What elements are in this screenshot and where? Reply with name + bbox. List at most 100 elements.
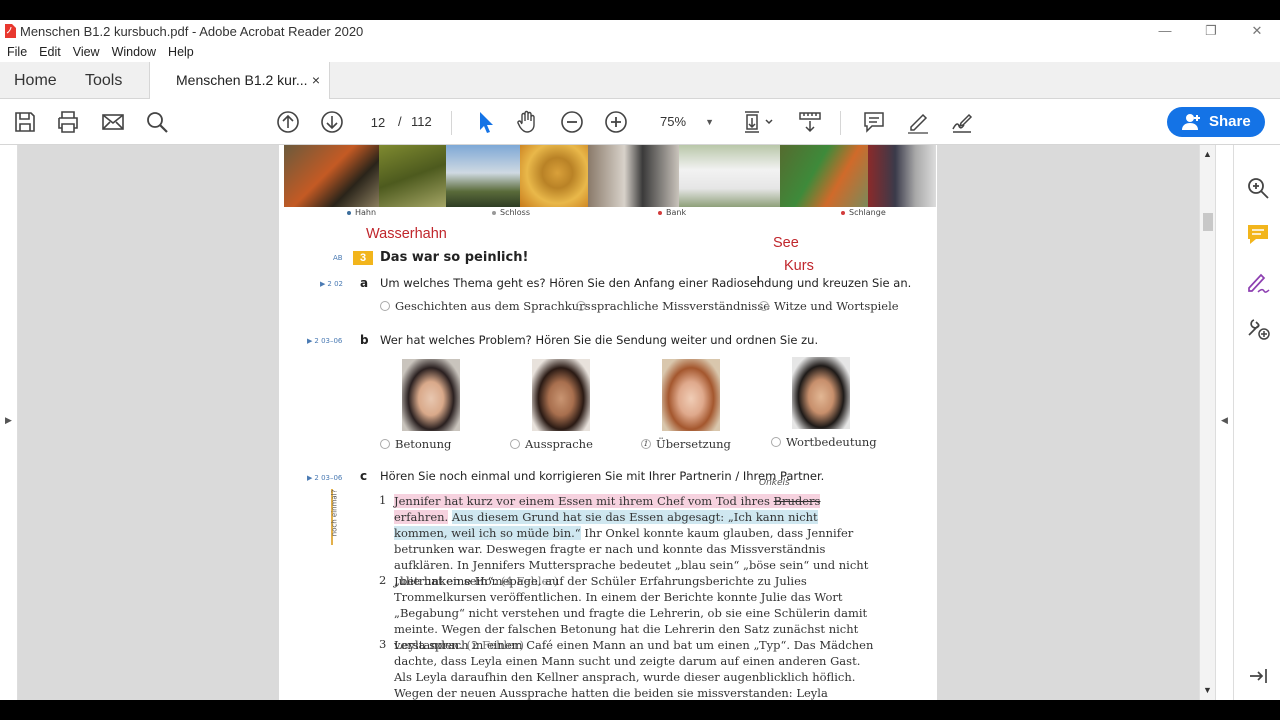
radio-icon[interactable]: 1 bbox=[641, 439, 651, 449]
radio-icon[interactable] bbox=[380, 439, 390, 449]
tools-icon[interactable] bbox=[1245, 315, 1271, 341]
portrait-man bbox=[792, 357, 850, 429]
annotation-kurs[interactable]: Kurs bbox=[784, 258, 814, 274]
close-window-button[interactable]: ✕ bbox=[1234, 20, 1280, 42]
part-c-instruction: Hören Sie noch einmal und korrigieren Si… bbox=[380, 469, 825, 483]
annotation-see[interactable]: See bbox=[773, 235, 799, 251]
radio-icon[interactable] bbox=[576, 301, 586, 311]
fill-sign-icon[interactable] bbox=[1245, 269, 1271, 295]
page-number-input[interactable]: 12 bbox=[362, 109, 394, 135]
menu-help[interactable]: Help bbox=[168, 45, 194, 59]
tab-bar: Home Tools Menschen B1.2 kur... × bbox=[0, 62, 1280, 100]
radio-icon[interactable] bbox=[510, 439, 520, 449]
select-cursor-icon[interactable] bbox=[472, 109, 498, 135]
paragraph-1-number: 1 bbox=[379, 493, 387, 507]
save-icon[interactable] bbox=[12, 109, 38, 135]
scroll-up-icon[interactable]: ▲ bbox=[1203, 149, 1212, 159]
menu-view[interactable]: View bbox=[73, 45, 100, 59]
comment-panel-icon[interactable] bbox=[1245, 222, 1271, 248]
menu-window[interactable]: Window bbox=[112, 45, 156, 59]
option-aussprache[interactable]: Aussprache bbox=[510, 437, 593, 451]
audio-track-c: 2 03–06 bbox=[307, 474, 342, 482]
fit-page-icon[interactable] bbox=[741, 109, 775, 135]
option-wortbedeutung[interactable]: Wortbedeutung bbox=[771, 435, 877, 449]
caption-schlange: Schlange bbox=[841, 208, 886, 217]
tab-tools[interactable]: Tools bbox=[85, 62, 122, 99]
part-a-instruction: Um welches Thema geht es? Hören Sie den … bbox=[380, 276, 912, 290]
audio-track-a: 2 02 bbox=[320, 280, 343, 288]
photo-castle bbox=[446, 145, 520, 207]
menu-bar: File Edit View Window Help bbox=[0, 42, 1280, 62]
close-tab-icon[interactable]: × bbox=[312, 62, 320, 99]
menu-edit[interactable]: Edit bbox=[39, 45, 61, 59]
pdf-page[interactable]: Hahn Schloss Bank Schlange Wasserhahn Se… bbox=[279, 145, 937, 700]
chevron-down-icon: ▼ bbox=[705, 117, 714, 127]
sign-icon[interactable] bbox=[949, 109, 975, 135]
highlight-pen-icon[interactable] bbox=[905, 109, 931, 135]
vertical-scrollbar[interactable]: ▲ ▼ bbox=[1199, 145, 1215, 700]
zoom-out-icon[interactable] bbox=[559, 109, 585, 135]
tab-home[interactable]: Home bbox=[14, 62, 57, 99]
email-icon[interactable] bbox=[100, 109, 126, 135]
option-uebersetzung[interactable]: 1 Übersetzung bbox=[641, 437, 731, 451]
portrait-woman-3 bbox=[662, 359, 720, 431]
side-note-label: noch einmal? bbox=[330, 489, 339, 537]
option-missverstaendnisse[interactable]: sprachliche Missverständnisse bbox=[576, 299, 770, 313]
tab-document[interactable]: Menschen B1.2 kur... × bbox=[149, 62, 330, 100]
title-bar: Menschen B1.2 kursbuch.pdf - Adobe Acrob… bbox=[0, 20, 1280, 42]
caption-schloss: Schloss bbox=[492, 208, 530, 217]
exercise-title: Das war so peinlich! bbox=[380, 250, 529, 265]
share-button[interactable]: Share bbox=[1167, 107, 1265, 137]
zoom-select[interactable]: 75% ▼ bbox=[648, 109, 720, 135]
highlight-pink-end[interactable]: erfahren. bbox=[394, 510, 449, 524]
collapse-panel-icon[interactable] bbox=[1245, 663, 1271, 689]
caption-hahn: Hahn bbox=[347, 208, 376, 217]
right-tools-pane bbox=[1233, 145, 1280, 700]
page-up-icon[interactable] bbox=[275, 109, 301, 135]
restore-button[interactable]: ❐ bbox=[1188, 20, 1234, 42]
page-down-icon[interactable] bbox=[319, 109, 345, 135]
radio-icon[interactable] bbox=[771, 437, 781, 447]
photo-tap bbox=[379, 145, 446, 207]
zoom-icon[interactable] bbox=[1245, 175, 1271, 201]
option-betonung[interactable]: Betonung bbox=[380, 437, 451, 451]
part-b-letter: b bbox=[360, 333, 369, 347]
option-geschichten[interactable]: Geschichten aus dem Sprachkurs bbox=[380, 299, 591, 313]
toolbar: 12 / 112 75% ▼ Share bbox=[0, 99, 1280, 145]
strikethrough-text[interactable]: Bruders bbox=[773, 494, 821, 508]
scroll-down-icon[interactable]: ▼ bbox=[1203, 685, 1212, 695]
scrollbar-thumb[interactable] bbox=[1203, 213, 1213, 231]
acrobat-window: Menschen B1.2 kursbuch.pdf - Adobe Acrob… bbox=[0, 20, 1280, 700]
toolbar-divider bbox=[451, 111, 452, 135]
right-panel-toggle[interactable]: ◀ bbox=[1215, 145, 1233, 700]
zoom-in-icon[interactable] bbox=[603, 109, 629, 135]
annotation-wasserhahn[interactable]: Wasserhahn bbox=[366, 226, 447, 242]
paragraph-3: Leyla sprach in einem Café einen Mann an… bbox=[394, 637, 874, 700]
photo-bank-office bbox=[588, 145, 679, 207]
zoom-value: 75% bbox=[660, 114, 687, 129]
collapse-right-panel-icon[interactable]: ◀ bbox=[1221, 415, 1228, 426]
option-witze[interactable]: Witze und Wortspiele bbox=[759, 299, 899, 313]
handwritten-correction: Onkels bbox=[759, 478, 790, 488]
workbook-reference: AB bbox=[333, 254, 343, 262]
audio-track-b: 2 03–06 bbox=[307, 337, 342, 345]
left-panel-collapsed[interactable]: ▶ bbox=[0, 145, 18, 700]
expand-left-panel-icon[interactable]: ▶ bbox=[5, 415, 12, 426]
radio-icon[interactable] bbox=[380, 301, 390, 311]
text-cursor-icon: I bbox=[756, 274, 761, 291]
scroll-mode-icon[interactable] bbox=[797, 109, 823, 135]
tab-document-label: Menschen B1.2 kur... bbox=[176, 72, 308, 88]
page-separator: / bbox=[398, 114, 402, 129]
menu-file[interactable]: File bbox=[7, 45, 27, 59]
hand-tool-icon[interactable] bbox=[515, 109, 541, 135]
highlight-pink[interactable]: Jennifer hat kurz vor einem Essen mit ih… bbox=[394, 494, 774, 508]
search-icon[interactable] bbox=[144, 109, 170, 135]
print-icon[interactable] bbox=[55, 109, 81, 135]
radio-icon[interactable] bbox=[759, 301, 769, 311]
photo-rooster bbox=[284, 145, 379, 207]
page-total: 112 bbox=[411, 114, 432, 129]
minimize-button[interactable]: — bbox=[1142, 20, 1188, 42]
document-area[interactable]: Hahn Schloss Bank Schlange Wasserhahn Se… bbox=[18, 145, 1199, 700]
portrait-woman-1 bbox=[402, 359, 460, 431]
comment-icon[interactable] bbox=[861, 109, 887, 135]
